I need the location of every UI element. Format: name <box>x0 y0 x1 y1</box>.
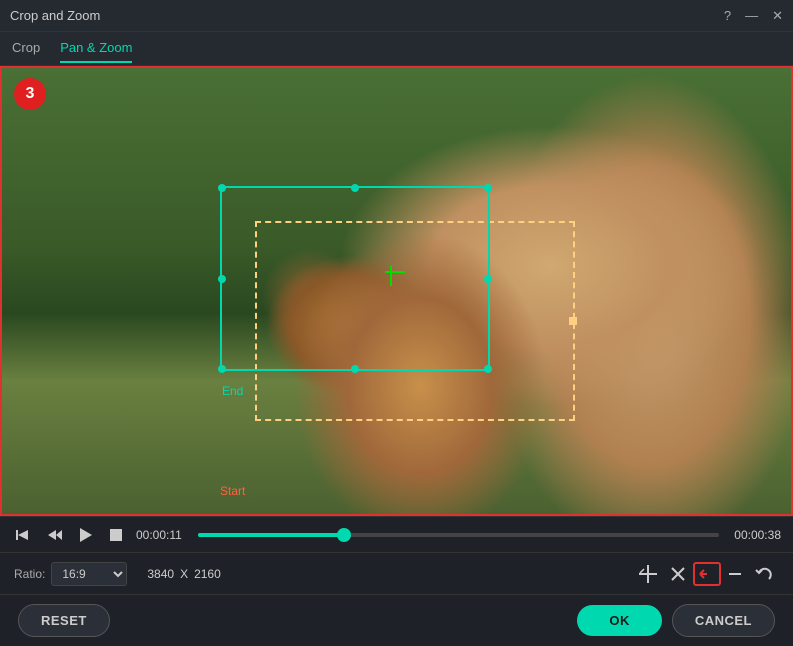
ok-button[interactable]: OK <box>577 605 662 636</box>
reset-button[interactable]: RESET <box>18 604 110 637</box>
end-time: 00:00:38 <box>729 528 781 542</box>
action-bar: RESET OK CANCEL <box>0 594 793 646</box>
help-button[interactable]: ? <box>724 9 731 22</box>
current-time: 00:00:11 <box>136 528 188 542</box>
end-label: End <box>222 384 243 398</box>
close-button[interactable]: ✕ <box>772 9 783 22</box>
ratio-select[interactable]: 16:9 4:3 1:1 Custom <box>51 562 127 586</box>
transport-bar: 00:00:11 00:00:38 <box>0 516 793 552</box>
height-value: 2160 <box>194 567 221 581</box>
start-label: Start <box>220 484 245 498</box>
window-controls: ? — ✕ <box>724 9 783 22</box>
width-value: 3840 <box>147 567 174 581</box>
step-back-button[interactable] <box>12 526 34 544</box>
cancel-button[interactable]: CANCEL <box>672 604 775 637</box>
window-title: Crop and Zoom <box>10 8 100 23</box>
undo-button[interactable] <box>749 561 779 587</box>
keyframe-badge: 3 <box>14 78 46 110</box>
progress-thumb[interactable] <box>337 528 351 542</box>
controls-bar: Ratio: 16:9 4:3 1:1 Custom 3840 X 2160 <box>0 552 793 594</box>
tab-pan-zoom[interactable]: Pan & Zoom <box>60 34 132 63</box>
progress-bar[interactable] <box>198 533 719 537</box>
minimize-button[interactable]: — <box>745 9 758 22</box>
ratio-label: Ratio: <box>14 567 45 581</box>
aspect-ratio-button[interactable] <box>663 561 693 587</box>
x-label: X <box>180 567 188 581</box>
progress-fill <box>198 533 344 537</box>
frame-back-button[interactable] <box>44 526 66 544</box>
tab-crop[interactable]: Crop <box>12 34 40 63</box>
split-button[interactable] <box>633 561 663 587</box>
title-bar: Crop and Zoom ? — ✕ <box>0 0 793 32</box>
stop-button[interactable] <box>106 527 126 543</box>
play-button[interactable] <box>76 526 96 544</box>
dimension-display: 3840 X 2160 <box>147 567 220 581</box>
tab-bar: Crop Pan & Zoom <box>0 32 793 66</box>
dash-button[interactable] <box>721 562 749 586</box>
video-preview: 3 Start End <box>0 66 793 516</box>
video-scene <box>0 66 793 516</box>
fit-frame-button[interactable] <box>693 562 721 586</box>
